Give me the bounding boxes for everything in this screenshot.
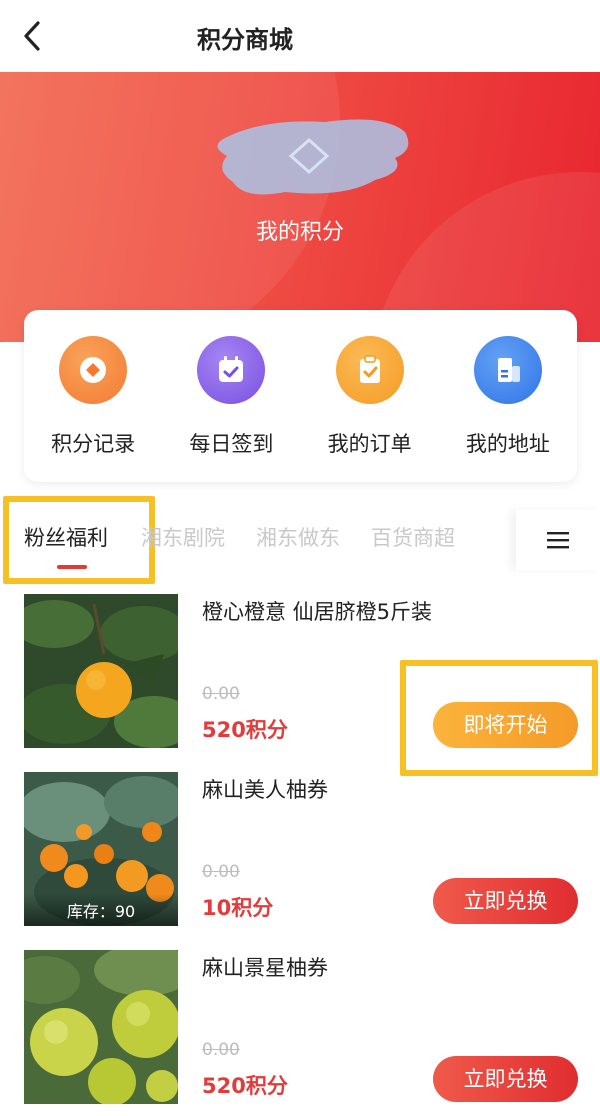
points-price: 520积分 [202,718,288,742]
original-price: 0.00 [202,684,240,704]
tab-xiangdong-host[interactable]: 湘东做东 [256,522,340,552]
quick-action-label: 我的订单 [327,432,412,456]
product-item[interactable]: 麻山景星柚券 0.00 520积分 立即兑换 [0,950,600,1110]
product-name: 麻山景星柚券 [202,956,328,980]
quick-action-my-address[interactable]: 我的地址 [439,310,577,482]
product-image [24,950,178,1104]
tab-department-store[interactable]: 百货商超 [371,522,455,552]
points-banner: 我的积分 [0,72,600,342]
redeem-now-button[interactable]: 立即兑换 [433,1056,578,1102]
product-image: 库存：90 [24,772,178,926]
points-price: 10积分 [202,896,274,920]
points-record-icon [59,336,128,404]
page-title: 积分商城 [197,26,293,54]
quick-actions-card: 积分记录 每日签到 我的订单 我的地址 [24,310,577,482]
nav-bar: 积分商城 [0,0,600,72]
redacted-points-value [217,119,409,195]
product-name: 橙心橙意 仙居脐橙5斤装 [202,600,433,624]
clipboard-order-icon [335,336,404,404]
quick-action-my-orders[interactable]: 我的订单 [301,310,439,482]
quick-action-label: 我的地址 [465,432,550,456]
category-menu-button[interactable] [516,510,600,570]
tab-fade-overlay [470,508,520,568]
active-tab-indicator [57,565,87,569]
quick-action-label: 每日签到 [189,432,274,456]
redeem-now-button[interactable]: 立即兑换 [433,878,578,924]
original-price: 0.00 [202,862,240,882]
product-item[interactable]: 库存：90 麻山美人柚券 0.00 10积分 立即兑换 [0,772,600,932]
calendar-checkin-icon [197,336,266,404]
original-price: 0.00 [202,1040,240,1060]
tab-fan-welfare[interactable]: 粉丝福利 [24,522,108,552]
quick-action-daily-checkin[interactable]: 每日签到 [162,310,300,482]
stock-label: 库存：90 [24,894,178,926]
my-points-label: 我的积分 [255,220,344,245]
menu-icon [547,532,569,549]
quick-action-points-record[interactable]: 积分记录 [24,310,162,482]
highlight-annotation [400,660,598,776]
product-name: 麻山美人柚券 [202,778,328,802]
product-image [24,594,178,748]
quick-action-label: 积分记录 [51,432,136,456]
tab-xiangdong-theater[interactable]: 湘东剧院 [141,522,225,552]
building-address-icon [473,336,542,404]
points-price: 520积分 [202,1074,288,1098]
